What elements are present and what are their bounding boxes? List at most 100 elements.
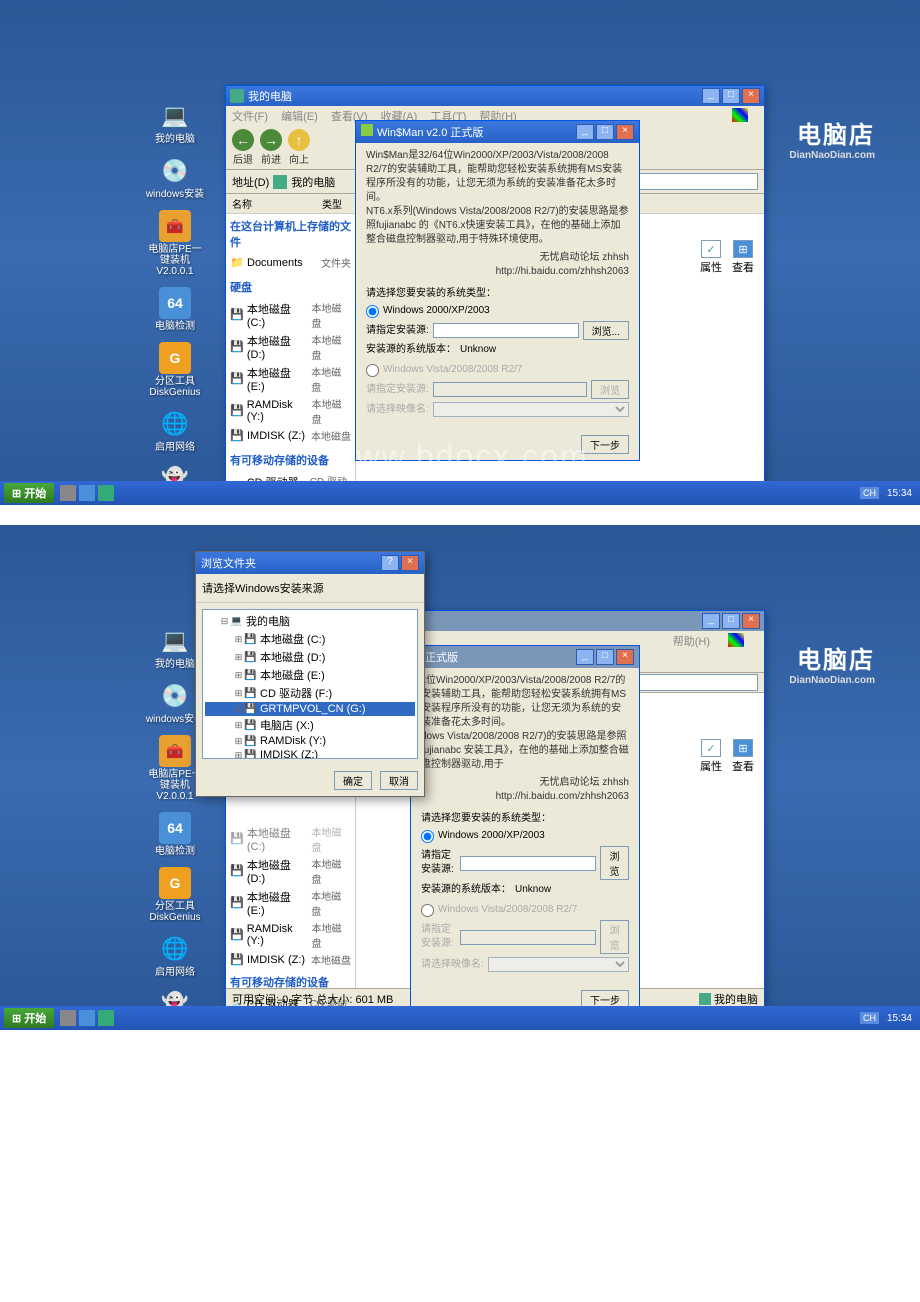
radio-xp-input[interactable] (421, 830, 434, 843)
installer-titlebar[interactable]: 0 正式版 _ □ × (411, 646, 639, 668)
minimize-button[interactable]: _ (702, 88, 720, 104)
drive-icon: 💾 (244, 750, 258, 760)
installer-icon (361, 124, 373, 136)
minimize-button[interactable]: _ (576, 124, 594, 140)
maximize-button[interactable]: □ (722, 88, 740, 104)
browse-button-1[interactable]: 浏览 (600, 846, 629, 880)
quicklaunch-icon[interactable] (79, 1010, 95, 1026)
src-input[interactable] (433, 323, 579, 338)
documents-item[interactable]: 📁 Documents 文件夹 (230, 254, 351, 271)
quicklaunch-icon[interactable] (79, 485, 95, 501)
tree-node[interactable]: ⊞💾CD 驱动器 (F:) (205, 684, 415, 702)
tree-node[interactable]: ⊞💾电脑店 (X:) (205, 716, 415, 734)
view-mode-button[interactable]: ⊞查看 (732, 240, 754, 275)
menu-file[interactable]: 文件(F) (232, 111, 268, 123)
clock[interactable]: 15:34 (883, 488, 916, 499)
menu-edit[interactable]: 编辑(E) (281, 111, 318, 123)
maximize-button[interactable]: □ (722, 613, 740, 629)
browse-button-2: 浏览 (591, 380, 629, 399)
system-tray: CH 15:34 (860, 487, 916, 499)
up-button[interactable]: ↑向上 (288, 129, 310, 166)
minimize-button[interactable]: _ (702, 613, 720, 629)
menu-help[interactable]: 帮助(H) (673, 636, 710, 648)
help-button[interactable]: ? (381, 555, 399, 571)
desktop-icon[interactable]: 💻我的电脑 (145, 100, 205, 145)
close-button[interactable]: × (616, 124, 634, 140)
radio-vista[interactable]: Windows Vista/2008/2008 R2/7 (421, 903, 629, 917)
close-button[interactable]: × (616, 649, 634, 665)
tree-node[interactable]: ⊞💾本地磁盘 (E:) (205, 666, 415, 684)
close-button[interactable]: × (401, 555, 419, 571)
desktop-icon[interactable]: 64电脑检测 (145, 812, 205, 857)
desktop-icon[interactable]: 🌐启用网络 (145, 408, 205, 453)
src-input[interactable] (460, 856, 596, 871)
tree-node[interactable]: ⊞💾RAMDisk (Y:) (205, 734, 415, 748)
quicklaunch-icon[interactable] (60, 485, 76, 501)
browse-titlebar[interactable]: 浏览文件夹 ? × (196, 552, 424, 574)
drive-item[interactable]: 💾RAMDisk (Y:)本地磁盘 (230, 395, 351, 427)
desktop-icon[interactable]: G分区工具 DiskGenius (145, 867, 205, 923)
desktop-icon[interactable]: 🧰电脑店PE一键装机 V2.0.0.1 (145, 210, 205, 277)
radio-xp-input[interactable] (366, 305, 379, 318)
folder-tree[interactable]: ⊟💻我的电脑 ⊞💾本地磁盘 (C:)⊞💾本地磁盘 (D:)⊞💾本地磁盘 (E:)… (202, 609, 418, 759)
close-button[interactable]: × (742, 88, 760, 104)
view-properties[interactable]: ✓属性 (700, 739, 722, 774)
view-mode-button[interactable]: ⊞查看 (732, 739, 754, 774)
tree-node[interactable]: ⊞💾GRTMPVOL_CN (G:) (205, 702, 415, 716)
close-button[interactable]: × (742, 613, 760, 629)
radio-vista-input[interactable] (421, 904, 434, 917)
desktop-icon[interactable]: 💿windows安装 (145, 155, 205, 200)
drive-item[interactable]: 💾本地磁盘 (E:)本地磁盘 (230, 887, 351, 919)
language-indicator[interactable]: CH (860, 1012, 879, 1024)
browse-prompt: 请选择Windows安装来源 (196, 574, 424, 603)
next-button[interactable]: 下一步 (581, 435, 629, 454)
start-button[interactable]: ⊞开始 (4, 1008, 54, 1028)
drive-icon: 💾 (230, 864, 244, 878)
col-name[interactable]: 名称 (232, 196, 322, 211)
maximize-button[interactable]: □ (596, 124, 614, 140)
view-options: ✓属性 ⊞查看 (700, 739, 754, 774)
desktop-icon[interactable]: G分区工具 DiskGenius (145, 342, 205, 398)
minimize-button[interactable]: _ (576, 649, 594, 665)
desc-partial2: dows Vista/2008/2008 R2/7)的安装思路是参照fujian… (421, 730, 629, 772)
ok-button[interactable]: 确定 (334, 771, 372, 790)
col-type[interactable]: 类型 (322, 196, 342, 211)
view-properties[interactable]: ✓属性 (700, 240, 722, 275)
drive-item[interactable]: 💾RAMDisk (Y:)本地磁盘 (230, 919, 351, 951)
radio-xp[interactable]: Windows 2000/XP/2003 (366, 304, 629, 318)
forward-button[interactable]: →前进 (260, 129, 282, 166)
titlebar[interactable]: 我的电脑 _ □ × (226, 86, 764, 106)
quicklaunch-icon[interactable] (60, 1010, 76, 1026)
maximize-button[interactable]: □ (596, 649, 614, 665)
drive-item[interactable]: 💾IMDISK (Z:)本地磁盘 (230, 951, 351, 968)
desktop-icon[interactable]: 64电脑检测 (145, 287, 205, 332)
tree-node[interactable]: ⊞💾IMDISK (Z:) (205, 748, 415, 759)
drive-item[interactable]: 💾本地磁盘 (D:)本地磁盘 (230, 331, 351, 363)
cancel-button[interactable]: 取消 (380, 771, 418, 790)
app-icon: 🌐 (159, 933, 191, 965)
drive-item[interactable]: 💾 本地磁盘 (C:) 本地磁盘 (230, 823, 351, 855)
drive-item[interactable]: 💾本地磁盘 (E:)本地磁盘 (230, 363, 351, 395)
clock[interactable]: 15:34 (883, 1013, 916, 1024)
language-indicator[interactable]: CH (860, 487, 879, 499)
drive-item[interactable]: 💾本地磁盘 (D:)本地磁盘 (230, 855, 351, 887)
installer-titlebar[interactable]: Win$Man v2.0 正式版 _ □ × (356, 121, 639, 143)
tree-node[interactable]: ⊞💾本地磁盘 (C:) (205, 630, 415, 648)
taskbar: ⊞开始 CH 15:34 (0, 481, 920, 505)
desktop-icon[interactable]: 🌐启用网络 (145, 933, 205, 978)
tree-node[interactable]: ⊞💾本地磁盘 (D:) (205, 648, 415, 666)
drive-item[interactable]: 💾本地磁盘 (C:)本地磁盘 (230, 299, 351, 331)
radio-xp[interactable]: Windows 2000/XP/2003 (421, 829, 629, 843)
view-options: ✓属性 ⊞查看 (700, 240, 754, 275)
radio-vista-input[interactable] (366, 364, 379, 377)
tree-root[interactable]: ⊟💻我的电脑 (205, 612, 415, 630)
drive-item[interactable]: 💾IMDISK (Z:)本地磁盘 (230, 427, 351, 444)
quicklaunch-icon[interactable] (98, 485, 114, 501)
installer-dialog: Win$Man v2.0 正式版 _ □ × Win$Man是32/64位Win… (355, 120, 640, 461)
radio-vista[interactable]: Windows Vista/2008/2008 R2/7 (366, 363, 629, 377)
start-button[interactable]: ⊞开始 (4, 483, 54, 503)
app-icon: 💿 (159, 680, 191, 712)
browse-button-1[interactable]: 浏览... (583, 321, 629, 340)
back-button[interactable]: ←后退 (232, 129, 254, 166)
quicklaunch-icon[interactable] (98, 1010, 114, 1026)
